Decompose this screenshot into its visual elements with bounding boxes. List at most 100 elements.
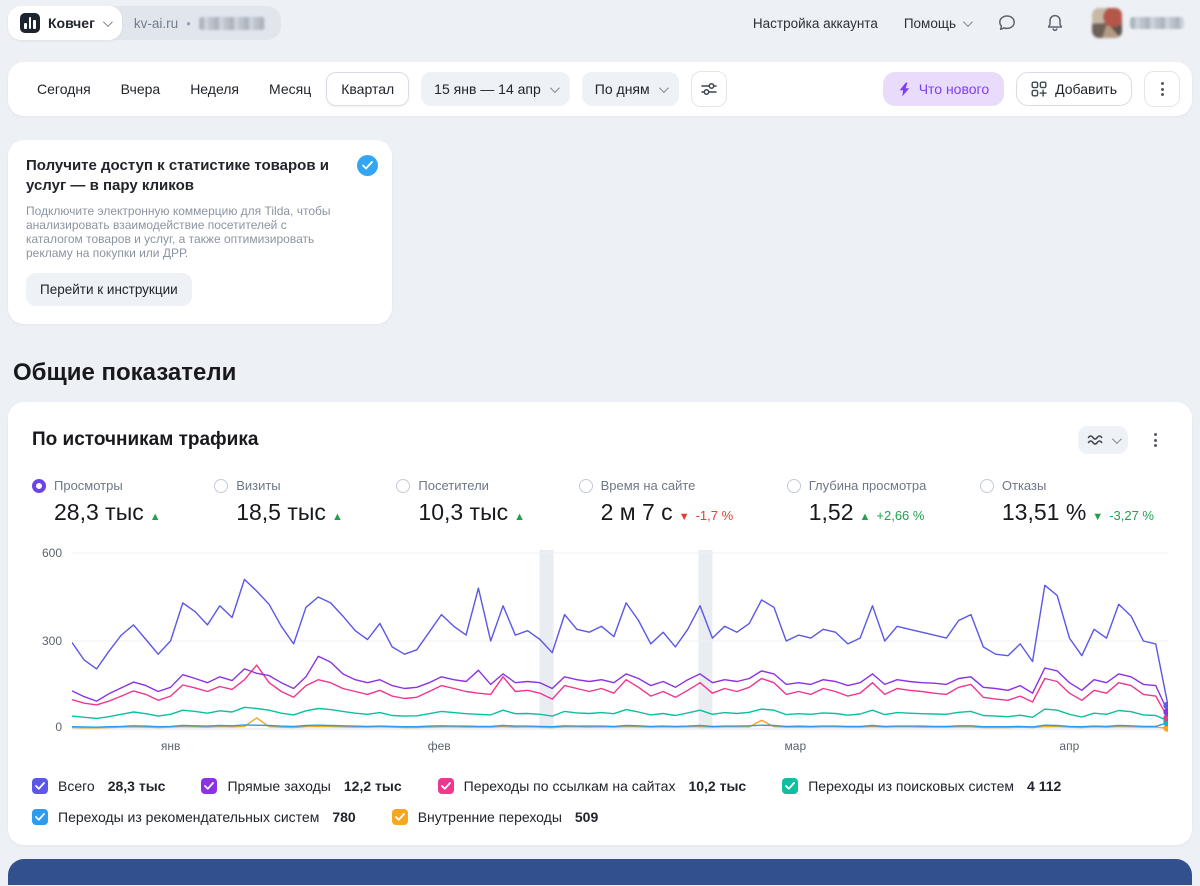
date-range-picker[interactable]: 15 янв — 14 апр bbox=[421, 72, 570, 106]
account-settings-link[interactable]: Настройка аккаунта bbox=[753, 16, 878, 31]
metric-label: Визиты bbox=[236, 478, 281, 493]
x-axis: янв фев мар апр bbox=[72, 732, 1168, 754]
legend-value: 780 bbox=[332, 809, 356, 825]
segments-filter-button[interactable] bbox=[690, 71, 727, 107]
notifications-bell-icon[interactable] bbox=[1044, 12, 1066, 34]
y-axis-label: 0 bbox=[55, 720, 62, 734]
metric-value: 28,3 тыс bbox=[54, 499, 144, 525]
metric-users[interactable]: Посетители 10,3 тыс ▲ bbox=[396, 478, 525, 526]
legend-value: 12,2 тыс bbox=[343, 778, 402, 794]
legend-item-internal[interactable]: Внутренние переходы 509 bbox=[391, 809, 599, 825]
chart-legend: Всего 28,3 тыс Прямые заходы 12,2 тыс Пе… bbox=[32, 778, 1168, 825]
tab-week[interactable]: Неделя bbox=[175, 72, 254, 106]
tab-today[interactable]: Сегодня bbox=[22, 72, 106, 106]
metric-visits[interactable]: Визиты 18,5 тыс ▲ bbox=[214, 478, 343, 526]
counter-selector[interactable]: Ковчег bbox=[8, 6, 122, 40]
checkbox-checked-icon[interactable] bbox=[391, 809, 408, 825]
widget-title: По источникам трафика bbox=[32, 429, 259, 450]
checkbox-checked-icon[interactable] bbox=[782, 778, 799, 794]
legend-label: Внутренние переходы bbox=[417, 809, 562, 825]
whats-new-label: Что нового bbox=[918, 81, 990, 97]
trend-up-icon: ▲ bbox=[149, 511, 161, 523]
metric-label: Глубина просмотра bbox=[808, 478, 927, 493]
promo-instruction-button[interactable]: Перейти к инструкции bbox=[26, 273, 192, 306]
section-title: Общие показатели bbox=[13, 359, 237, 386]
metric-label: Отказы bbox=[1001, 478, 1047, 493]
help-menu[interactable]: Помощь bbox=[903, 15, 973, 31]
metric-depth[interactable]: Глубина просмотра 1,52 ▲ +2,66 % bbox=[786, 478, 927, 526]
x-axis-label: мар bbox=[784, 739, 807, 753]
line-chart-plot[interactable] bbox=[72, 550, 1168, 732]
ecommerce-promo-card: Получите доступ к статистике товаров и у… bbox=[8, 140, 392, 324]
legend-value: 28,3 тыс bbox=[107, 778, 166, 794]
chevron-down-icon bbox=[658, 82, 669, 93]
checkbox-checked-icon[interactable] bbox=[201, 778, 218, 794]
sliders-icon bbox=[700, 83, 717, 95]
checkbox-checked-icon[interactable] bbox=[32, 809, 48, 825]
x-axis-label: фев bbox=[427, 739, 451, 753]
legend-label: Прямые заходы bbox=[227, 778, 331, 794]
user-account[interactable] bbox=[1092, 8, 1184, 38]
radio-icon bbox=[214, 478, 229, 493]
tab-month[interactable]: Месяц bbox=[254, 72, 326, 106]
tab-yesterday[interactable]: Вчера bbox=[106, 72, 176, 106]
next-widget-peek bbox=[8, 859, 1192, 885]
metric-pageviews[interactable]: Просмотры 28,3 тыс ▲ bbox=[32, 478, 161, 526]
lightning-icon bbox=[899, 82, 909, 96]
chevron-down-icon bbox=[102, 16, 113, 27]
legend-value: 509 bbox=[574, 809, 599, 825]
toolbar-menu-button[interactable] bbox=[1144, 71, 1180, 107]
add-widget-button[interactable]: Добавить bbox=[1016, 72, 1132, 106]
avatar bbox=[1092, 8, 1122, 38]
radio-icon bbox=[578, 478, 593, 493]
metric-value: 10,3 тыс bbox=[418, 499, 509, 525]
chevron-down-icon bbox=[1111, 433, 1122, 444]
y-axis-label: 300 bbox=[41, 634, 62, 648]
trend-up-icon: ▲ bbox=[514, 511, 526, 523]
metric-label: Просмотры bbox=[54, 478, 123, 493]
help-label: Помощь bbox=[903, 15, 956, 31]
chevron-down-icon bbox=[962, 16, 973, 27]
top-bar: Ковчег kv-ai.ru • Настройка аккаунта Пом… bbox=[0, 0, 1200, 46]
chat-icon[interactable] bbox=[996, 12, 1018, 34]
checkbox-checked-icon[interactable] bbox=[32, 778, 48, 794]
x-axis-label: апр bbox=[1059, 739, 1080, 753]
legend-item-recommendations[interactable]: Переходы из рекомендательных систем 780 bbox=[32, 809, 356, 825]
chart-type-select[interactable] bbox=[1078, 426, 1128, 454]
checkbox-checked-icon[interactable] bbox=[437, 778, 454, 794]
legend-item-site-links[interactable]: Переходы по ссылкам на сайтах 10,2 тыс bbox=[437, 778, 746, 794]
metric-delta: +2,66 % bbox=[876, 508, 925, 523]
metrica-logo-icon bbox=[20, 13, 40, 33]
y-axis-label: 600 bbox=[41, 546, 62, 560]
censored-counter-id bbox=[198, 16, 265, 30]
widget-menu-button[interactable] bbox=[1142, 422, 1168, 458]
dot-separator: • bbox=[186, 15, 191, 31]
radio-icon bbox=[786, 478, 801, 493]
whats-new-button[interactable]: Что нового bbox=[882, 72, 1005, 106]
legend-value: 4 112 bbox=[1027, 778, 1062, 794]
metric-time-on-site[interactable]: Время на сайте 2 м 7 с ▼ -1,7 % bbox=[578, 478, 734, 526]
metric-label: Посетители bbox=[418, 478, 489, 493]
legend-label: Переходы по ссылкам на сайтах bbox=[463, 778, 676, 794]
radio-icon bbox=[396, 478, 411, 493]
legend-item-total[interactable]: Всего 28,3 тыс bbox=[32, 778, 165, 794]
metric-delta: -1,7 % bbox=[695, 508, 734, 523]
metric-bounce-rate[interactable]: Отказы 13,51 % ▼ -3,27 % bbox=[979, 478, 1154, 526]
promo-description: Подключите электронную коммерцию для Til… bbox=[26, 204, 331, 260]
granularity-select[interactable]: По дням bbox=[581, 72, 679, 106]
legend-label: Переходы из рекомендательных систем bbox=[58, 809, 320, 825]
kebab-menu-icon bbox=[1160, 82, 1164, 96]
legend-item-direct[interactable]: Прямые заходы 12,2 тыс bbox=[201, 778, 402, 794]
add-widget-icon bbox=[1031, 81, 1047, 97]
kebab-menu-icon bbox=[1153, 433, 1157, 447]
trend-up-icon: ▲ bbox=[859, 511, 871, 523]
legend-label: Переходы из поисковых систем bbox=[808, 778, 1015, 794]
verified-check-icon bbox=[357, 155, 378, 176]
site-url-link[interactable]: kv-ai.ru bbox=[134, 16, 178, 31]
trend-down-icon: ▼ bbox=[1092, 511, 1104, 523]
traffic-chart-svg bbox=[72, 550, 1168, 732]
tab-quarter[interactable]: Квартал bbox=[326, 72, 410, 106]
censored-user-name bbox=[1130, 17, 1184, 29]
legend-item-search[interactable]: Переходы из поисковых систем 4 112 bbox=[782, 778, 1061, 794]
line-chart-type-icon bbox=[1087, 435, 1103, 445]
